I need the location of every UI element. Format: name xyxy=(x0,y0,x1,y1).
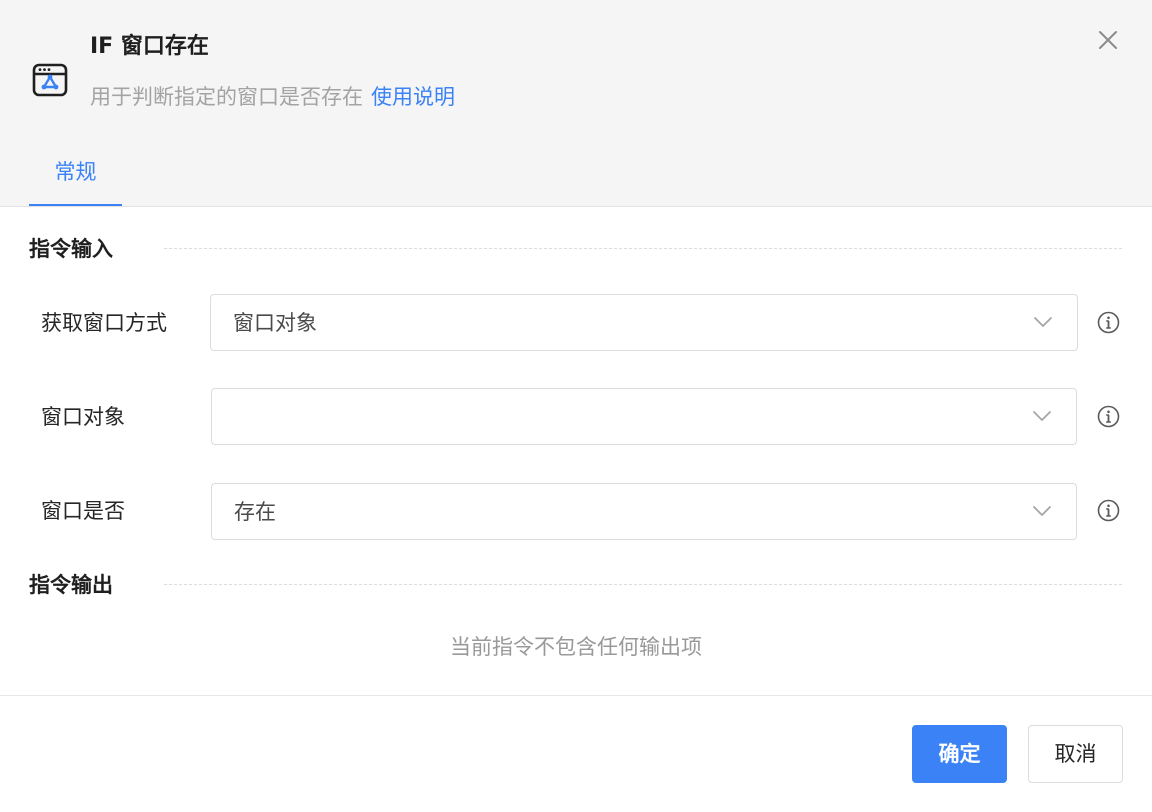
output-section-divider xyxy=(164,584,1122,585)
field-label-window-object: 窗口对象 xyxy=(41,405,125,429)
chevron-down-icon xyxy=(1033,411,1051,421)
empty-output-text: 当前指令不包含任何输出项 xyxy=(450,635,702,659)
cancel-button[interactable]: 取消 xyxy=(1028,725,1123,783)
field-label-window-method: 获取窗口方式 xyxy=(41,311,167,335)
window-method-select[interactable]: 窗口对象 xyxy=(210,294,1078,351)
window-method-value: 窗口对象 xyxy=(233,311,317,335)
window-object-select[interactable] xyxy=(211,388,1077,445)
dialog-header: IF 窗口存在 用于判断指定的窗口是否存在 使用说明 常规 xyxy=(0,0,1152,207)
footer-divider xyxy=(0,695,1152,696)
input-section-divider xyxy=(164,248,1122,249)
help-link[interactable]: 使用说明 xyxy=(371,85,455,109)
dialog-subtitle: 用于判断指定的窗口是否存在 使用说明 xyxy=(90,80,455,114)
dialog-subtitle-text: 用于判断指定的窗口是否存在 xyxy=(90,85,363,109)
info-icon[interactable] xyxy=(1097,405,1120,428)
field-label-window-exists: 窗口是否 xyxy=(41,499,125,523)
info-icon[interactable] xyxy=(1097,311,1120,334)
dialog-title: IF 窗口存在 xyxy=(90,34,209,59)
close-icon[interactable] xyxy=(1094,26,1122,54)
tab-general[interactable]: 常规 xyxy=(29,146,122,206)
chevron-down-icon xyxy=(1033,506,1051,516)
info-icon[interactable] xyxy=(1097,499,1120,522)
output-section-title: 指令输出 xyxy=(29,573,113,597)
window-exists-dialog: IF 窗口存在 用于判断指定的窗口是否存在 使用说明 常规 指令输入 获取窗口方式… xyxy=(0,0,1152,812)
chevron-down-icon xyxy=(1034,317,1052,327)
window-app-icon xyxy=(32,63,68,97)
window-exists-value: 存在 xyxy=(234,500,276,524)
confirm-button[interactable]: 确定 xyxy=(912,725,1007,783)
input-section-title: 指令输入 xyxy=(29,237,113,261)
window-exists-select[interactable]: 存在 xyxy=(211,483,1077,540)
